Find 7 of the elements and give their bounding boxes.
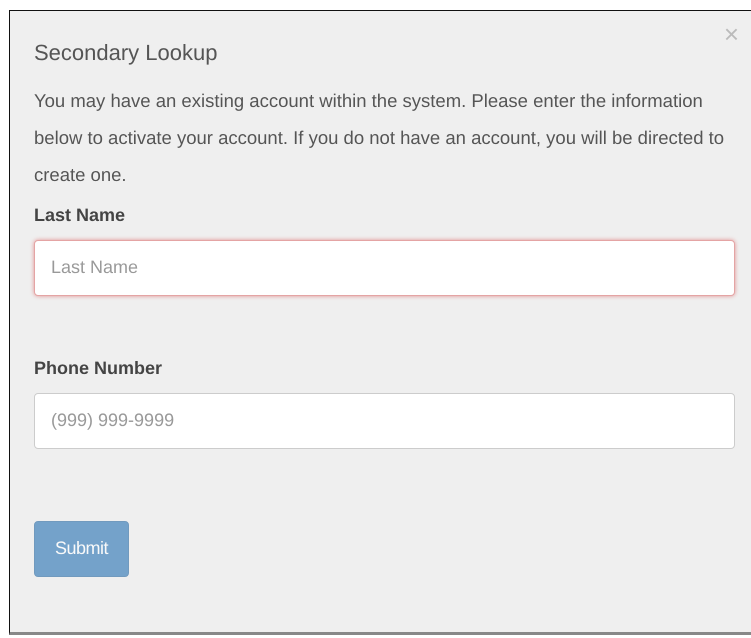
field-label: Phone Number — [34, 358, 162, 379]
field-label: Last Name — [34, 204, 126, 226]
input-field[interactable]: (999) 999-9999 — [34, 392, 735, 449]
close-button[interactable]: × — [724, 21, 739, 47]
dialog-title: Secondary Lookup — [34, 39, 218, 67]
input-field[interactable]: Last Name — [34, 240, 735, 296]
dialog-message: You may have an existing account within the system. Please enter the information below to activate your account. If you do not have an account, you will be directed to create one. — [34, 88, 726, 187]
